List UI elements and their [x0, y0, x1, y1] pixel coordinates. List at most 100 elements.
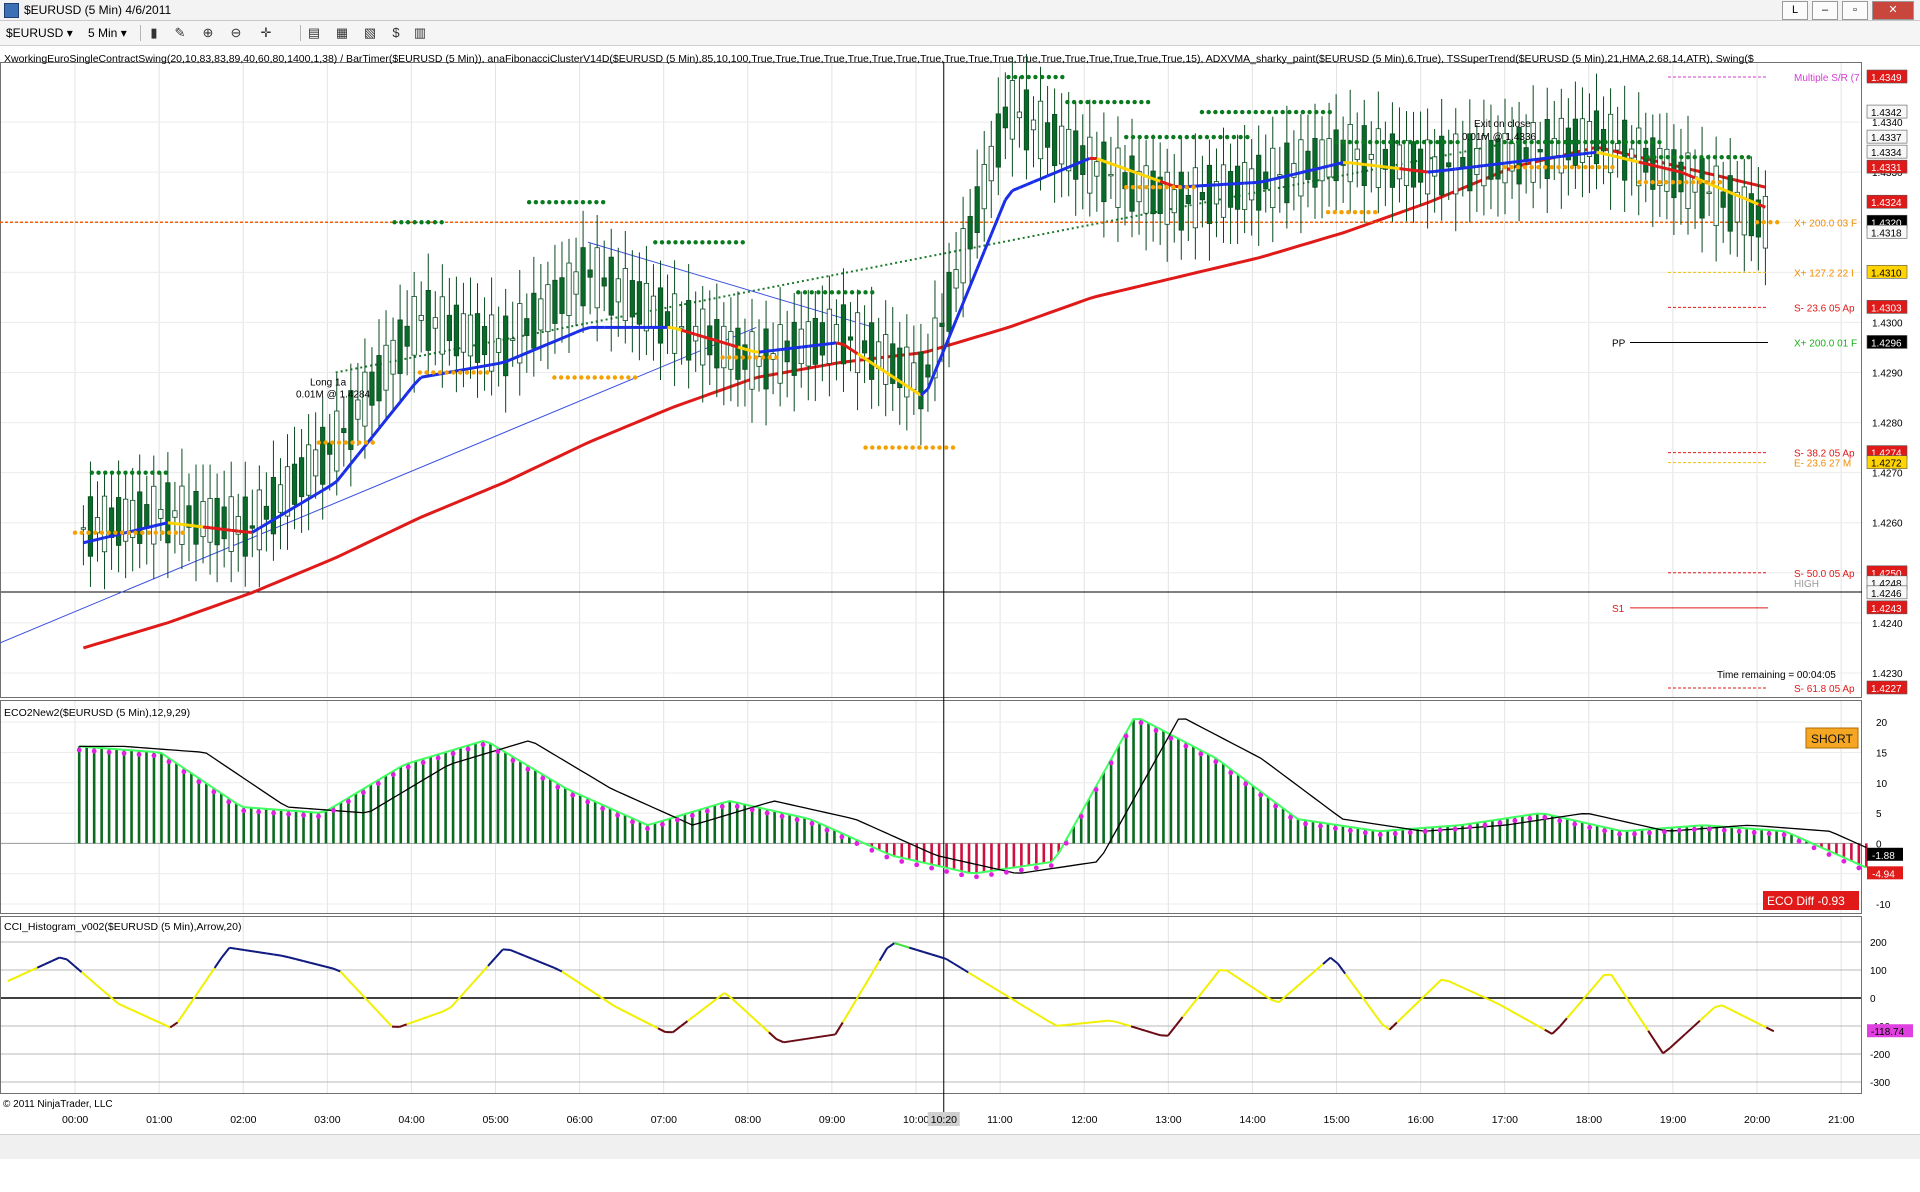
eco-dot — [914, 862, 920, 868]
eco-flag-label: -4.94 — [1872, 869, 1895, 880]
eco-dot — [1557, 818, 1563, 824]
swing-high-dot — [533, 200, 539, 205]
price-flag-label: 1.4243 — [1871, 604, 1902, 615]
cci-segment — [1699, 1013, 1708, 1022]
horizontal-scrollbar[interactable] — [0, 1134, 1920, 1159]
swing-low-dot — [1603, 164, 1608, 170]
eco-dot — [495, 749, 501, 754]
candle-body — [1284, 142, 1290, 204]
supertrend-segment — [300, 497, 310, 505]
cci-segment — [332, 967, 341, 973]
swing-high-dot — [1253, 109, 1258, 115]
swing-low-dot — [173, 530, 179, 535]
eco-dot — [241, 808, 247, 814]
swing-high-dot — [1231, 134, 1237, 140]
swing-low-dot — [1542, 164, 1548, 170]
cci-segment — [1366, 1003, 1376, 1015]
supertrend-segment — [209, 526, 218, 531]
eco-flag-label: -1.88 — [1872, 851, 1895, 862]
candle-body — [207, 498, 213, 543]
swing-low-dot — [457, 370, 463, 375]
swing-high-dot — [1726, 154, 1731, 160]
swing-high-dot — [1388, 139, 1393, 145]
eco-dot — [331, 808, 336, 813]
swing-low-dot — [431, 370, 436, 375]
cci-segment — [841, 1009, 851, 1023]
swing-high-dot — [103, 470, 108, 475]
candle-body — [679, 326, 685, 329]
swing-high-dot — [1157, 134, 1163, 140]
candle-body — [1643, 147, 1649, 173]
candle-body — [580, 247, 586, 307]
cci-segment — [997, 989, 1006, 996]
cci-segment — [29, 966, 38, 972]
swing-high-dot — [1006, 74, 1011, 80]
swing-high-dot — [1233, 109, 1238, 115]
cci-segment — [901, 944, 910, 949]
cci-segment — [1706, 1006, 1716, 1015]
swing-high-dot — [1320, 109, 1326, 115]
candle-body — [172, 510, 178, 518]
candle-body — [826, 308, 833, 364]
candle-body — [777, 324, 783, 384]
candle-body — [383, 344, 389, 391]
swing-low-dot — [471, 370, 476, 375]
supertrend-segment — [377, 418, 388, 430]
eco-dot — [1078, 814, 1084, 819]
swing-low-dot — [883, 445, 888, 450]
cci-segment — [1470, 990, 1479, 996]
swing-high-dot — [123, 470, 128, 475]
swing-low-dot — [1171, 184, 1176, 190]
swing-low-dot — [370, 440, 375, 445]
price-tick-label: 1.4260 — [1872, 519, 1903, 530]
swing-low-dot — [1529, 164, 1534, 170]
swing-low-dot — [86, 530, 91, 535]
swing-high-dot — [1334, 139, 1339, 145]
exit-detail: 0.01M @ 1.4336 — [1462, 132, 1537, 143]
supertrend-segment — [104, 534, 112, 540]
level-label: X+ 200.0 01 F — [1794, 338, 1857, 349]
swing-low-dot — [727, 355, 732, 360]
supertrend-segment — [1314, 166, 1323, 171]
swing-high-dot — [1137, 134, 1142, 140]
supertrend-segment — [167, 521, 176, 526]
swing-high-dot — [1630, 139, 1635, 145]
eco-signal-line — [79, 718, 1867, 874]
candle-body — [242, 496, 248, 557]
eco-caption: ECO2New2($EURUSD (5 Min),12,9,29) — [4, 707, 190, 719]
price-indicator-caption: XworkingEuroSingleContractSwing(20,10,83… — [4, 53, 1754, 65]
candle-body — [1044, 122, 1051, 148]
eco-dot — [1048, 863, 1054, 869]
candle-body — [376, 355, 382, 402]
swing-high-dot — [870, 290, 875, 295]
x-tick-label: 03:00 — [314, 1114, 340, 1126]
swing-high-dot — [1280, 109, 1285, 115]
candle-body — [481, 326, 488, 356]
grid — [0, 62, 1862, 1118]
swing-high-dot — [1347, 139, 1353, 145]
candle-body — [1312, 137, 1318, 188]
supertrend-segment — [702, 335, 711, 341]
swing-low-dot — [133, 530, 138, 535]
chart-canvas[interactable]: 1.43401.43301.43201.43101.43001.42901.42… — [0, 0, 1920, 1192]
eco-dot — [1811, 845, 1817, 851]
supertrend-segment — [744, 347, 753, 353]
x-tick-label: 12:00 — [1071, 1114, 1097, 1126]
supertrend-segment — [561, 333, 570, 340]
candle-body — [876, 341, 882, 370]
cci-segment — [1647, 1030, 1657, 1043]
swing-high-dot — [526, 200, 532, 205]
swing-low-dot — [579, 375, 584, 380]
candle-body — [474, 313, 481, 363]
cci-segment — [80, 971, 90, 980]
eco-dot — [764, 810, 770, 816]
swing-low-dot — [552, 375, 557, 380]
cci-segment — [1034, 1012, 1043, 1019]
supertrend-segment — [1518, 159, 1527, 163]
candle-body — [123, 498, 129, 542]
eco-dot — [286, 811, 291, 817]
cci-segment — [266, 952, 274, 956]
swing-low-dot — [1684, 179, 1689, 185]
candle-body — [622, 268, 628, 321]
eco-dot — [540, 775, 546, 781]
